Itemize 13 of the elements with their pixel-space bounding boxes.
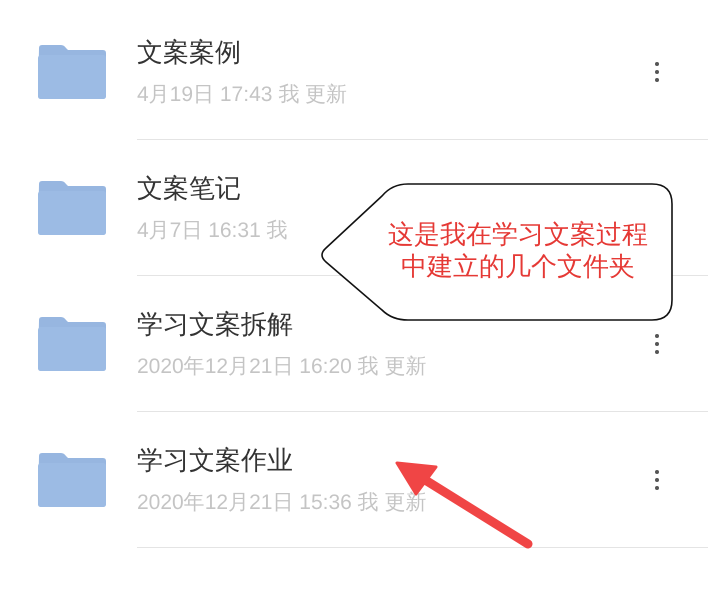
folder-icon [37, 180, 107, 236]
callout-text: 这是我在学习文案过程 中建立的几个文件夹 [387, 218, 649, 282]
folder-name[interactable]: 学习文案作业 [137, 444, 293, 476]
folder-name[interactable]: 文案案例 [137, 36, 241, 68]
folder-icon [37, 44, 107, 100]
update-time: 4月7日 16:31 我 [137, 218, 288, 244]
update-time: 4月19日 17:43 我 更新 [137, 82, 348, 108]
folder-icon [37, 316, 107, 372]
update-time: 2020年12月21日 15:36 我 更新 [137, 490, 426, 516]
folder-name[interactable]: 文案笔记 [137, 172, 241, 204]
folder-icon [37, 452, 107, 508]
update-time: 2020年12月21日 16:20 我 更新 [137, 354, 426, 380]
folder-name[interactable]: 学习文案拆解 [137, 308, 293, 340]
